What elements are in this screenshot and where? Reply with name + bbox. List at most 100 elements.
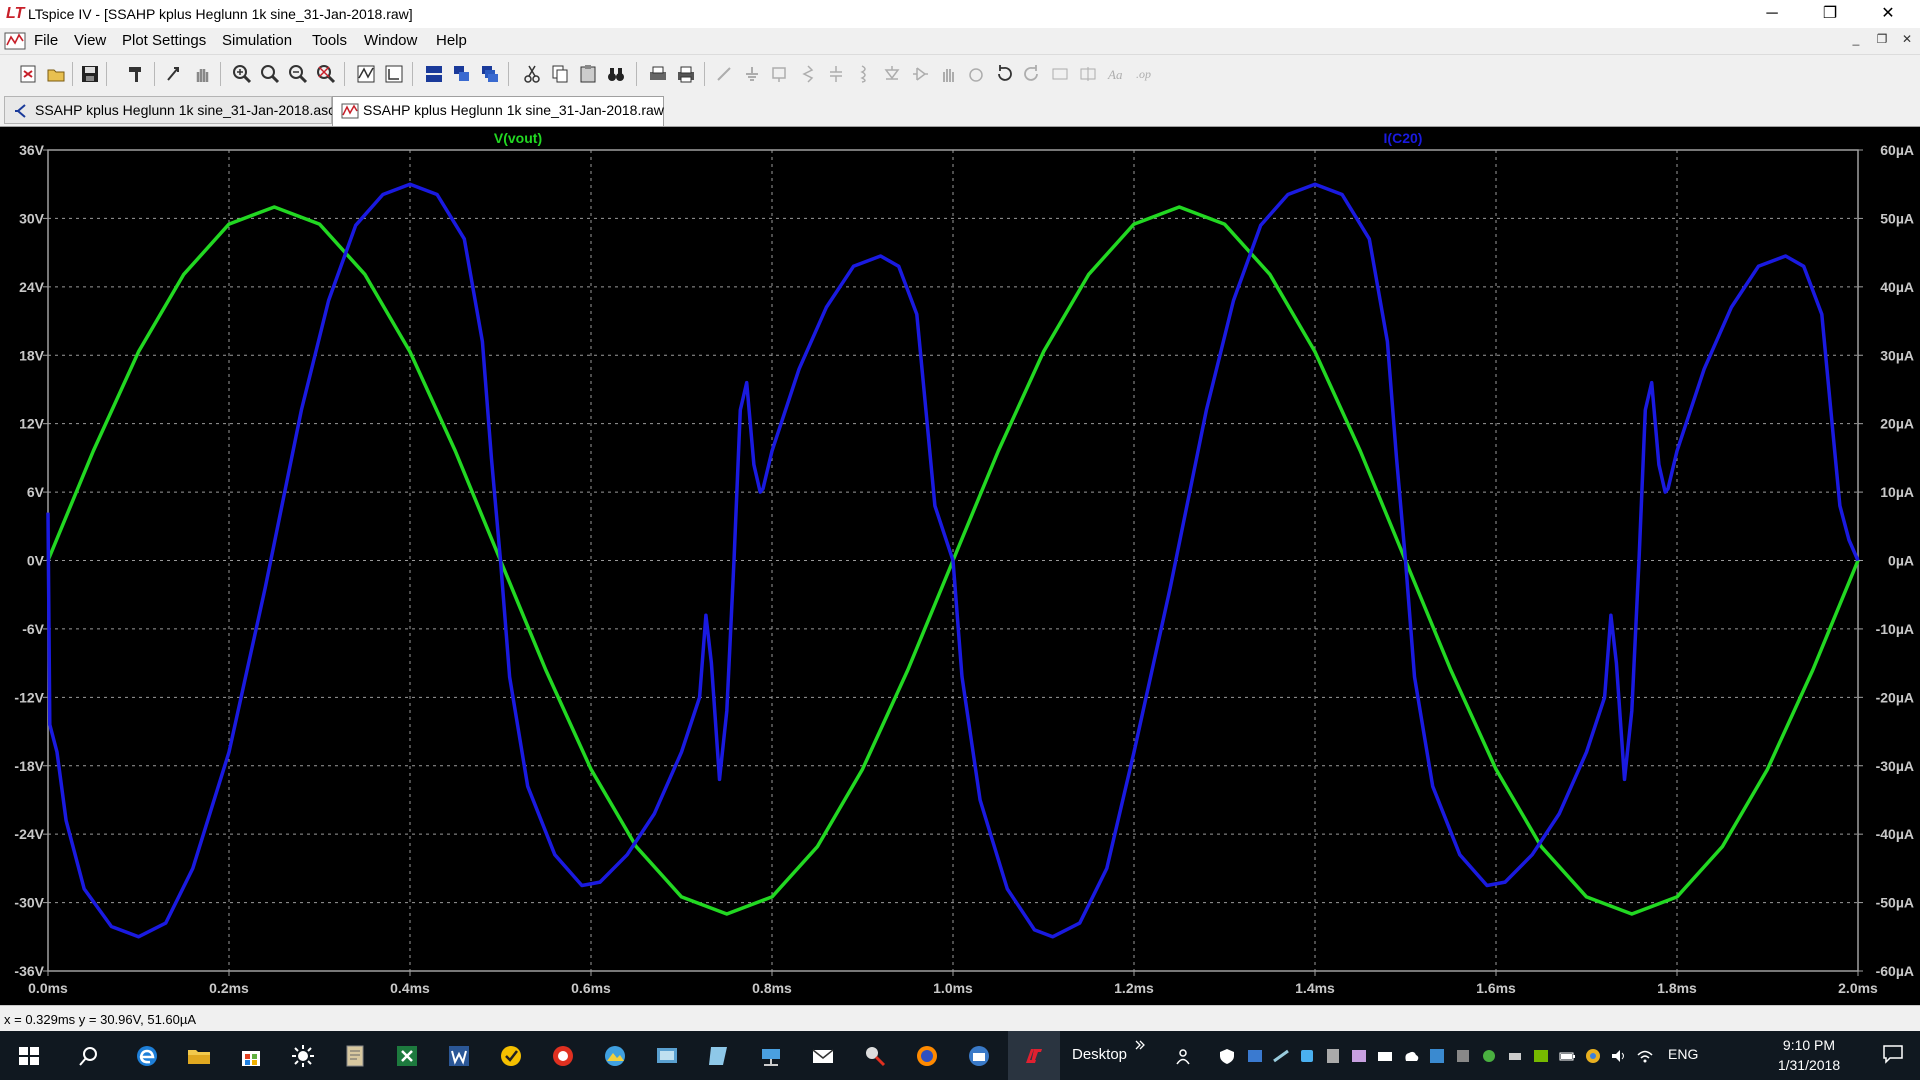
system-clock[interactable]: 9:10 PM 1/31/2018 bbox=[1764, 1035, 1854, 1075]
redo-icon[interactable] bbox=[1022, 64, 1042, 84]
mail-envelope-icon[interactable] bbox=[810, 1043, 836, 1069]
store-bag-icon[interactable] bbox=[238, 1043, 264, 1069]
input-language-indicator[interactable]: ENG bbox=[1668, 1046, 1698, 1062]
screen-capture-icon[interactable] bbox=[654, 1043, 680, 1069]
ltspice-app-icon[interactable]: LT bbox=[6, 5, 24, 23]
move-hand-icon[interactable] bbox=[938, 64, 958, 84]
resistor-icon[interactable] bbox=[798, 64, 818, 84]
inductor-icon[interactable] bbox=[854, 64, 874, 84]
menu-help[interactable]: Help bbox=[436, 32, 467, 49]
waveform-doc-icon[interactable] bbox=[4, 31, 26, 51]
label-net-icon[interactable] bbox=[770, 64, 790, 84]
print-icon[interactable] bbox=[676, 64, 696, 84]
action-center-notification-icon[interactable] bbox=[1882, 1044, 1904, 1064]
menu-simulation[interactable]: Simulation bbox=[222, 32, 292, 49]
halt-hand-icon[interactable] bbox=[192, 64, 212, 84]
menu-plot-settings[interactable]: Plot Settings bbox=[122, 32, 206, 49]
norton-check-icon[interactable] bbox=[498, 1043, 524, 1069]
cut-scissors-icon[interactable] bbox=[522, 64, 542, 84]
tile-vertical-icon[interactable] bbox=[452, 64, 472, 84]
autorange-icon[interactable] bbox=[356, 64, 376, 84]
tab-schematic[interactable]: SSAHP kplus Heglunn 1k sine_31-Jan-2018.… bbox=[4, 96, 335, 124]
mdi-close-button[interactable]: ✕ bbox=[1898, 32, 1916, 46]
paste-icon[interactable] bbox=[578, 64, 598, 84]
tab-waveform[interactable]: SSAHP kplus Heglunn 1k sine_31-Jan-2018.… bbox=[332, 96, 664, 126]
excel-icon[interactable] bbox=[394, 1043, 420, 1069]
security-shield-icon[interactable] bbox=[1218, 1047, 1236, 1065]
copy-icon[interactable] bbox=[550, 64, 570, 84]
tray-mail-icon[interactable] bbox=[1376, 1047, 1394, 1065]
brightness-sun-icon[interactable] bbox=[290, 1043, 316, 1069]
zoom-out-icon[interactable] bbox=[288, 64, 308, 84]
rotate-icon[interactable] bbox=[1050, 64, 1070, 84]
lifebuoy-app-icon[interactable] bbox=[550, 1043, 576, 1069]
diode-icon[interactable] bbox=[882, 64, 902, 84]
toolbar-expand-chevron-icon[interactable] bbox=[1134, 1039, 1146, 1051]
network-drive-icon[interactable] bbox=[758, 1043, 784, 1069]
firefox-icon[interactable] bbox=[914, 1043, 940, 1069]
spice-directive-icon[interactable]: .op bbox=[1134, 64, 1154, 84]
volume-speaker-icon[interactable] bbox=[1610, 1047, 1628, 1065]
open-folder-icon[interactable] bbox=[46, 64, 66, 84]
tray-app-icon-4[interactable] bbox=[1324, 1047, 1342, 1065]
people-icon[interactable] bbox=[1174, 1047, 1192, 1065]
mdi-minimize-button[interactable]: _ bbox=[1847, 32, 1865, 46]
thunderbird-icon[interactable] bbox=[966, 1043, 992, 1069]
notebook-app-icon[interactable] bbox=[342, 1043, 368, 1069]
zoom-in-icon[interactable] bbox=[232, 64, 252, 84]
mirror-icon[interactable] bbox=[1078, 64, 1098, 84]
save-icon[interactable] bbox=[80, 64, 100, 84]
tray-app-icon-2[interactable] bbox=[1272, 1047, 1290, 1065]
maximize-button[interactable]: ❐ bbox=[1801, 0, 1859, 28]
tray-printer-icon[interactable] bbox=[1506, 1047, 1524, 1065]
battery-icon[interactable] bbox=[1558, 1047, 1576, 1065]
tools-app-icon[interactable] bbox=[862, 1043, 888, 1069]
tray-app-icon-6[interactable] bbox=[1428, 1047, 1446, 1065]
manual-limits-icon[interactable] bbox=[384, 64, 404, 84]
waveform-plot-pane[interactable]: 0.0ms 0.2ms 0.4ms 0.6ms 0.8ms 1.0ms 1.2ms 1.4ms… bbox=[0, 127, 1920, 1005]
file-explorer-icon[interactable] bbox=[186, 1043, 212, 1069]
ltspice-taskbar-icon[interactable] bbox=[1020, 1043, 1046, 1069]
waveform-chart[interactable]: 0.0ms 0.2ms 0.4ms 0.6ms 0.8ms 1.0ms 1.2ms 1.4ms… bbox=[0, 127, 1920, 1005]
cascade-windows-icon[interactable] bbox=[480, 64, 500, 84]
word-icon[interactable] bbox=[446, 1043, 472, 1069]
menu-view[interactable]: View bbox=[74, 32, 106, 49]
menu-bar: File View Plot Settings Simulation Tools… bbox=[0, 28, 1920, 54]
wifi-icon[interactable] bbox=[1636, 1047, 1654, 1065]
tray-app-icon-8[interactable] bbox=[1480, 1047, 1498, 1065]
chrome-icon[interactable] bbox=[1584, 1047, 1602, 1065]
search-icon[interactable] bbox=[76, 1043, 102, 1069]
close-button[interactable]: ✕ bbox=[1859, 0, 1917, 28]
tray-app-icon-7[interactable] bbox=[1454, 1047, 1472, 1065]
tray-app-icon-1[interactable] bbox=[1246, 1047, 1264, 1065]
tile-horizontal-icon[interactable] bbox=[424, 64, 444, 84]
new-schematic-icon[interactable] bbox=[18, 64, 38, 84]
photos-app-icon[interactable] bbox=[602, 1043, 628, 1069]
control-panel-hammer-icon[interactable] bbox=[126, 64, 146, 84]
text-aa-icon[interactable]: Aa bbox=[1106, 64, 1126, 84]
find-binoculars-icon[interactable] bbox=[606, 64, 626, 84]
windows-start-icon[interactable] bbox=[16, 1043, 42, 1069]
capacitor-icon[interactable] bbox=[826, 64, 846, 84]
mdi-restore-button[interactable]: ❐ bbox=[1873, 32, 1891, 46]
pan-zoom-icon[interactable] bbox=[260, 64, 280, 84]
nvidia-icon[interactable] bbox=[1532, 1047, 1550, 1065]
notes-app-icon[interactable] bbox=[706, 1043, 732, 1069]
minimize-button[interactable]: ─ bbox=[1743, 0, 1801, 28]
print-setup-icon[interactable] bbox=[648, 64, 668, 84]
component-icon[interactable] bbox=[910, 64, 930, 84]
ground-icon[interactable] bbox=[742, 64, 762, 84]
run-simulation-icon[interactable] bbox=[164, 64, 184, 84]
menu-tools[interactable]: Tools bbox=[312, 32, 347, 49]
onedrive-cloud-icon[interactable] bbox=[1402, 1047, 1420, 1065]
menu-file[interactable]: File bbox=[34, 32, 58, 49]
undo-icon[interactable] bbox=[994, 64, 1014, 84]
tray-app-icon-5[interactable] bbox=[1350, 1047, 1368, 1065]
zoom-fit-icon[interactable] bbox=[316, 64, 336, 84]
desktop-toolbar-label[interactable]: Desktop bbox=[1072, 1046, 1127, 1063]
tray-app-icon-3[interactable] bbox=[1298, 1047, 1316, 1065]
drag-hand-icon[interactable] bbox=[966, 64, 986, 84]
menu-window[interactable]: Window bbox=[364, 32, 417, 49]
edge-browser-icon[interactable] bbox=[134, 1043, 160, 1069]
draw-wire-icon[interactable] bbox=[714, 64, 734, 84]
